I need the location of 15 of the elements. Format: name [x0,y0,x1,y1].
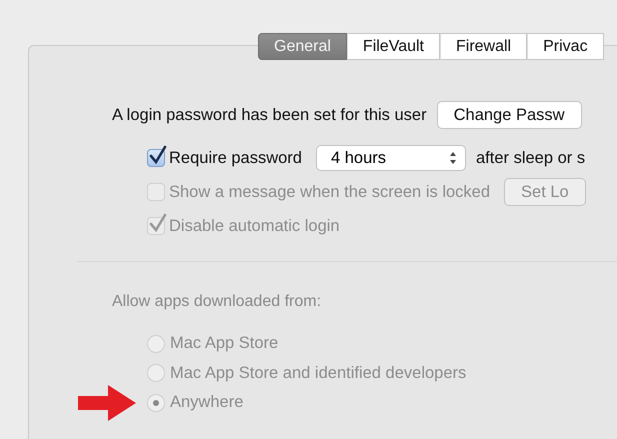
sleep-label: after sleep or s [476,148,586,168]
radio-label: Mac App Store [170,334,278,354]
radio-label: Mac App Store and identified developers [170,364,466,383]
checkbox-label: Show a message when the screen is locked [169,182,490,202]
login-status-text: A login password has been set for this user [112,106,427,124]
tab[interactable]: Firewall [440,33,528,60]
radio-label: Anywhere [170,393,244,412]
stepper-icon [448,151,457,165]
tab[interactable]: Privac [527,33,604,60]
allow-apps-heading: Allow apps downloaded from: [112,293,322,311]
tab[interactable]: FileVault [346,33,440,60]
change-password-button[interactable]: Change Passw [436,101,582,129]
interval-select[interactable]: 4 hours [316,145,466,171]
checkbox-label: Require password [169,148,302,168]
checkbox-label: Disable automatic login [169,216,340,236]
